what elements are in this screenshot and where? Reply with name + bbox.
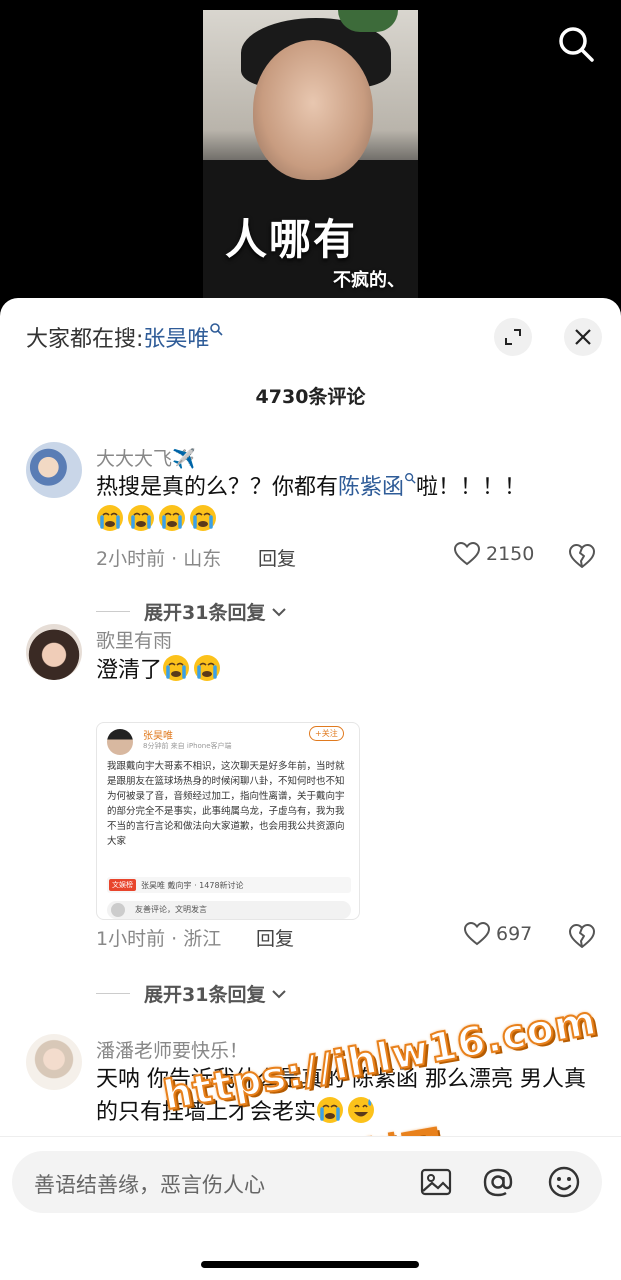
- embed-username: 张昊唯: [143, 731, 173, 742]
- small-search-icon: [210, 323, 224, 336]
- embed-comment-bar: 友善评论，文明发言: [107, 901, 351, 919]
- comment-username[interactable]: 大大大飞✈️: [96, 444, 196, 471]
- emoji-icon[interactable]: [546, 1164, 582, 1200]
- comment-input-placeholder: 善语结善缘，恶言伤人心: [34, 1173, 265, 1197]
- comment-text: 澄清了: [96, 654, 596, 687]
- at-mention-icon[interactable]: [480, 1164, 516, 1200]
- chevron-down-icon: [272, 607, 287, 616]
- comment-text-part: 澄清了: [96, 658, 163, 683]
- image-icon[interactable]: [418, 1164, 454, 1200]
- comment-username[interactable]: 潘潘老师要快乐！: [96, 1036, 248, 1063]
- comment-input-bar: 善语结善缘，恶言伤人心: [0, 1136, 621, 1280]
- comment-input[interactable]: 善语结善缘，恶言伤人心: [12, 1151, 602, 1213]
- close-icon: [575, 329, 591, 345]
- video-frame[interactable]: 人哪有 不疯的、: [203, 10, 418, 310]
- trending-term[interactable]: 张昊唯: [143, 327, 209, 352]
- search-icon[interactable]: [556, 24, 596, 64]
- comment-text-part: 啦！！！！: [416, 475, 527, 500]
- divider-dash: [96, 611, 130, 612]
- comment-image-attachment[interactable]: 张昊唯 8分钟前 来自 iPhone客户端 +关注 我跟戴向宇大哥素不相识，这次…: [96, 722, 360, 920]
- reply-button[interactable]: 回复: [256, 924, 294, 951]
- comment-text-part: 热搜是真的么？？你都有: [96, 475, 339, 500]
- loudly-crying-face-emoji: [190, 505, 216, 531]
- expand-replies-button[interactable]: 展开31条回复: [96, 598, 287, 625]
- loudly-crying-face-emoji: [128, 505, 154, 531]
- embed-comment-hint: 友善评论，文明发言: [135, 905, 207, 914]
- comment-username[interactable]: 歌里有雨: [96, 626, 172, 653]
- expand-button[interactable]: [494, 318, 532, 356]
- loudly-crying-face-emoji: [97, 505, 123, 531]
- embed-topic-bar: 文娱榜 张昊唯 戴向宇 · 1478新讨论: [107, 877, 351, 893]
- loudly-crying-face-emoji: [317, 1097, 344, 1123]
- close-button[interactable]: [564, 318, 602, 356]
- loudly-crying-face-emoji: [159, 505, 185, 531]
- small-search-icon: [405, 473, 416, 484]
- trending-search[interactable]: 大家都在搜:张昊唯: [26, 321, 224, 353]
- comment-time-location: 2小时前 · 山东: [96, 548, 222, 570]
- heart-icon: [464, 922, 490, 946]
- dislike-broken-heart-icon[interactable]: [568, 542, 596, 570]
- embed-comment-avatar: [111, 903, 125, 917]
- embed-post-text: 我跟戴向宇大哥素不相识，这次聊天是好多年前，当时就是跟朋友在篮球场热身的时候闲聊…: [107, 761, 345, 847]
- like-count: 697: [496, 923, 533, 945]
- comment-text: 热搜是真的么？？你都有陈紫函 啦！！！！: [96, 472, 596, 537]
- sheet-header: 大家都在搜:张昊唯: [0, 298, 621, 374]
- dislike-broken-heart-icon[interactable]: [568, 922, 596, 950]
- avatar[interactable]: [26, 1034, 82, 1090]
- video-person-face: [253, 40, 373, 180]
- expand-replies-label: 展开31条回复: [144, 984, 266, 1006]
- comment-topic-link[interactable]: 陈紫函: [338, 475, 404, 500]
- trending-prefix: 大家都在搜:: [26, 327, 144, 352]
- heart-icon: [454, 542, 480, 566]
- loudly-crying-face-emoji: [194, 655, 221, 681]
- embed-time: 8分钟前 来自 iPhone客户端: [143, 742, 232, 750]
- video-caption-main: 人哪有: [225, 215, 358, 264]
- reply-button[interactable]: 回复: [258, 544, 296, 571]
- avatar[interactable]: [26, 624, 82, 680]
- embed-avatar: [107, 729, 133, 755]
- embed-topic-tag: 文娱榜: [109, 879, 136, 891]
- video-area[interactable]: 人哪有 不疯的、: [0, 0, 621, 320]
- grinning-sweat-emoji: [348, 1097, 375, 1123]
- comments-sheet: 大家都在搜:张昊唯 4730条评论 大大大飞✈️ 热搜是真的么？？你都有陈紫函啦…: [0, 298, 621, 1280]
- comment-count: 4730条评论: [255, 386, 366, 408]
- embed-follow-button: +关注: [309, 726, 344, 741]
- like-button[interactable]: 697: [464, 922, 532, 946]
- divider-dash: [96, 993, 130, 994]
- home-indicator: [201, 1261, 419, 1268]
- video-caption-sub: 不疯的、: [333, 270, 405, 291]
- chevron-down-icon: [272, 989, 287, 998]
- avatar[interactable]: [26, 442, 82, 498]
- like-count: 2150: [486, 543, 535, 565]
- loudly-crying-face-emoji: [163, 655, 190, 681]
- like-button[interactable]: 2150: [454, 542, 534, 566]
- embed-topic-text: 张昊唯 戴向宇 · 1478新讨论: [141, 880, 244, 890]
- comment-time-location: 1小时前 · 浙江: [96, 928, 222, 950]
- expand-replies-button[interactable]: 展开31条回复: [96, 980, 287, 1007]
- expand-icon: [505, 329, 521, 345]
- expand-replies-label: 展开31条回复: [144, 602, 266, 624]
